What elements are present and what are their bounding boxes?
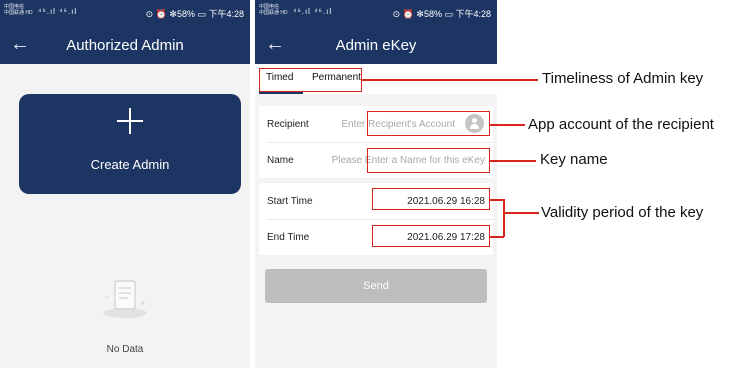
recipient-highlight-box [367,111,490,136]
active-tab-indicator [259,92,303,94]
start-time-highlight-box [372,188,490,210]
leader-line [490,236,504,238]
empty-document-icon [103,280,147,318]
carrier-info: 中国电信 中国联通 HD [4,4,33,16]
admin-ekey-screen: 中国电信 中国联通 HD ⁴⁶.ıl ⁴⁶.ıl ⊙ ⏰ ✻58% ▭ 下午4:… [255,0,497,368]
status-right: ⊙ ⏰ ✻58% ▭ 下午4:28 [392,9,491,19]
create-admin-label: Create Admin [90,157,170,172]
no-data-text: No Data [106,344,144,355]
page-title: Authorized Admin [66,37,184,54]
status-bar: 中国电信 中国联通 HD ⁴⁶.ıl ⁴⁶.ıl ⊙ ⏰ ✻58% ▭ 下午4:… [0,0,250,26]
start-time-label: Start Time [267,196,313,207]
name-label: Name [267,155,294,166]
carrier-info: 中国电信 中国联通 HD [259,4,288,16]
leader-line [490,199,504,201]
leader-line [503,199,505,237]
annotation-app-account: App account of the recipient [528,116,714,133]
leader-line [362,79,538,81]
leader-line [490,124,525,126]
authorized-admin-screen: 中国电信 中国联通 HD ⁴⁶.ıl ⁴⁶.ıl ⊙ ⏰ ✻58% ▭ 下午4:… [0,0,250,368]
send-button[interactable]: Send [265,269,487,303]
carrier-line-2: 中国联通 HD [4,10,33,16]
leader-line [503,212,539,214]
title-bar: ← Authorized Admin [0,26,250,64]
title-bar: ← Admin eKey [255,26,497,64]
recipient-label: Recipient [267,119,309,130]
status-right: ⊙ ⏰ ✻58% ▭ 下午4:28 [145,9,244,19]
name-highlight-box [367,148,490,173]
tabs-highlight-box [259,68,362,92]
create-admin-button[interactable]: Create Admin [19,94,241,194]
signal-icon: ⁴⁶.ıl ⁴⁶.ıl [293,7,333,16]
annotation-key-name: Key name [540,151,608,168]
annotation-validity: Validity period of the key [541,204,704,221]
end-time-label: End Time [267,232,310,243]
annotation-timeliness: Timeliness of Admin key [542,70,704,87]
carrier-line-2: 中国联通 HD [259,10,288,16]
leader-line [490,160,536,162]
page-title: Admin eKey [335,37,417,54]
status-bar: 中国电信 中国联通 HD ⁴⁶.ıl ⁴⁶.ıl ⊙ ⏰ ✻58% ▭ 下午4:… [255,0,497,26]
signal-icon: ⁴⁶.ıl ⁴⁶.ıl [38,7,78,16]
end-time-highlight-box [372,225,490,247]
plus-icon [117,108,143,134]
